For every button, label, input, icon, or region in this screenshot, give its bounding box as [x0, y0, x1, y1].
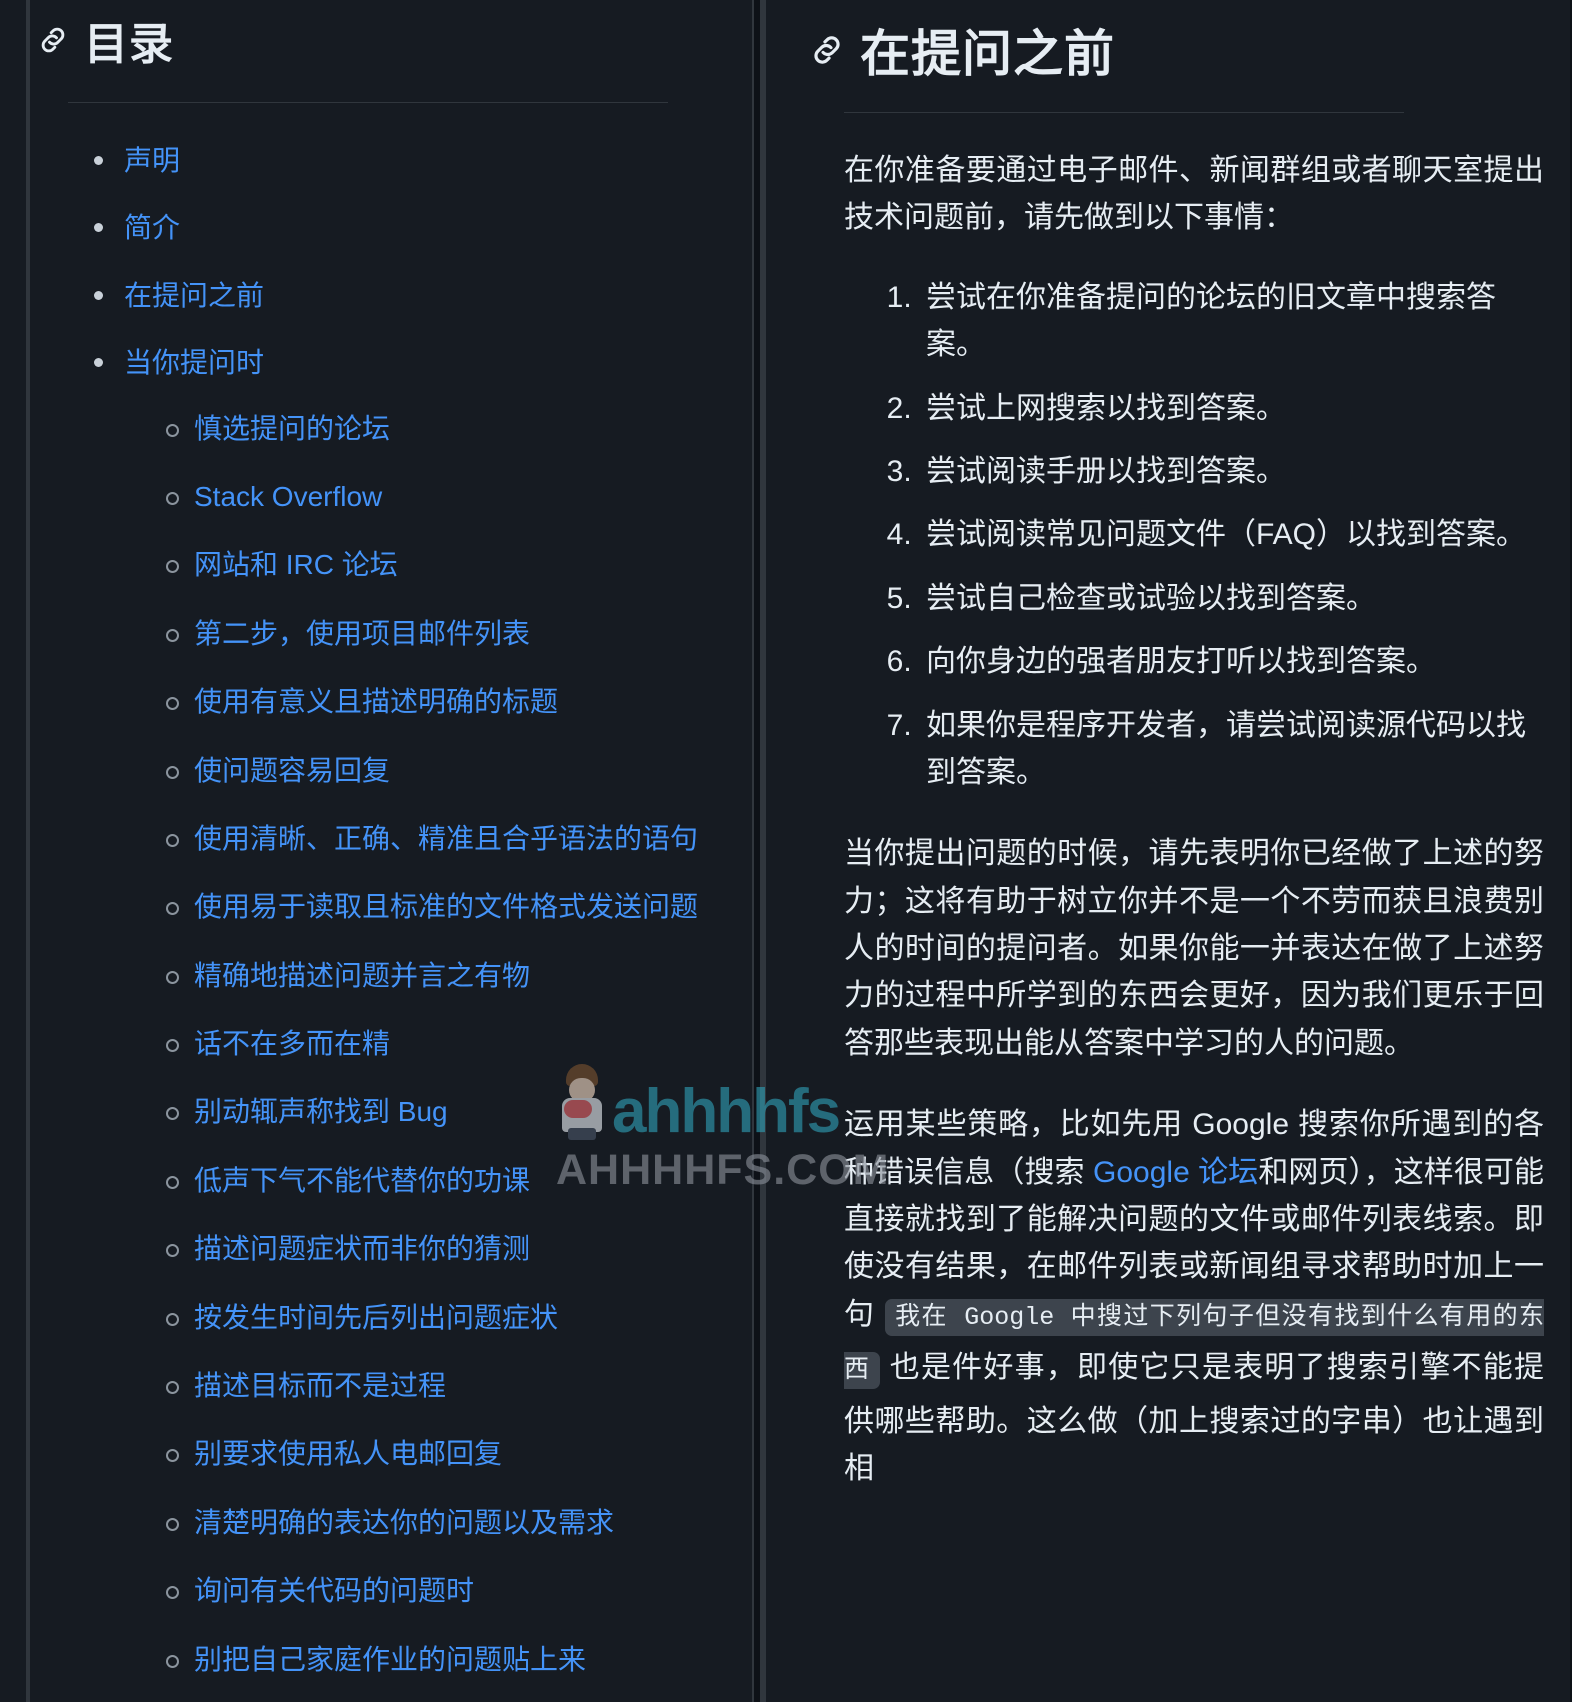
- toc-list: 声明 简介 在提问之前 当你提问时 慎选提问的论坛 Stack Overflow: [36, 139, 722, 1702]
- toc-sublink-stack-overflow[interactable]: Stack Overflow: [194, 481, 382, 512]
- toc-item: 当你提问时 慎选提问的论坛 Stack Overflow 网站和 IRC 论坛 …: [94, 341, 722, 1702]
- title-rule: [844, 112, 1404, 113]
- list-item: 使用易于读取且标准的文件格式发送问题: [166, 885, 722, 928]
- toc-sublink-step-two[interactable]: 第二步，使用项目邮件列表: [194, 618, 530, 649]
- list-item: 向你身边的强者朋友打听以找到答案。: [920, 638, 1548, 685]
- toc-link-when-asking[interactable]: 当你提问时: [124, 347, 264, 378]
- list-item: 慎选提问的论坛: [166, 407, 722, 450]
- list-item: 使用有意义且描述明确的标题: [166, 680, 722, 723]
- toc-sublink-quality-over-quantity[interactable]: 话不在多而在精: [194, 1028, 390, 1059]
- list-item: 使用清晰、正确、精准且合乎语法的语句: [166, 817, 722, 860]
- documentation-page: 目录 声明 简介 在提问之前 当你提问时 慎选提问的论坛 Stack Overf…: [0, 0, 1572, 1702]
- list-item: 描述目标而不是过程: [166, 1364, 722, 1407]
- link-anchor-icon[interactable]: [36, 23, 70, 57]
- list-item: 别把自己家庭作业的问题贴上来: [166, 1638, 722, 1681]
- toc-sublink-meaningful-title[interactable]: 使用有意义且描述明确的标题: [194, 686, 558, 717]
- column-divider: [752, 0, 762, 1702]
- toc-sublink-chronological[interactable]: 按发生时间先后列出问题症状: [194, 1302, 558, 1333]
- toc-link-before-asking[interactable]: 在提问之前: [124, 280, 264, 311]
- toc-sublink-not-claim-bug[interactable]: 别动辄声称找到 Bug: [194, 1096, 448, 1127]
- list-item: 如果你是程序开发者，请尝试阅读源代码以找到答案。: [920, 702, 1548, 797]
- list-item: 描述问题症状而非你的猜测: [166, 1227, 722, 1270]
- list-item: 尝试阅读常见问题文件（FAQ）以找到答案。: [920, 511, 1548, 558]
- toc-sublink-grovelling[interactable]: 低声下气不能代替你的功课: [194, 1165, 530, 1196]
- list-item: 尝试阅读手册以找到答案。: [920, 448, 1548, 495]
- list-item: 按发生时间先后列出问题症状: [166, 1296, 722, 1339]
- list-item: Stack Overflow: [166, 475, 722, 518]
- steps-list: 尝试在你准备提问的论坛的旧文章中搜索答案。 尝试上网搜索以找到答案。 尝试阅读手…: [808, 274, 1548, 797]
- google-groups-link[interactable]: Google 论坛: [1093, 1156, 1258, 1189]
- list-item: 网站和 IRC 论坛: [166, 543, 722, 586]
- toc-link-intro[interactable]: 简介: [124, 212, 180, 243]
- toc-sublink-web-irc[interactable]: 网站和 IRC 论坛: [194, 549, 398, 580]
- toc-sublink-easy-reply[interactable]: 使问题容易回复: [194, 755, 390, 786]
- strategy-text-part3: 也是件好事，即使它只是表明了搜索引擎不能提供哪些帮助。这么做（加上搜索过的字串）…: [844, 1351, 1544, 1486]
- list-item: 低声下气不能代替你的功课: [166, 1159, 722, 1202]
- toc-sublink-standard-format[interactable]: 使用易于读取且标准的文件格式发送问题: [194, 891, 698, 922]
- intro-paragraph: 在你准备要通过电子邮件、新闻群组或者聊天室提出技术问题前，请先做到以下事情：: [844, 154, 1544, 235]
- toc-item: 简介: [94, 206, 722, 249]
- toc-column: 目录 声明 简介 在提问之前 当你提问时 慎选提问的论坛 Stack Overf…: [0, 0, 752, 1702]
- toc-item: 在提问之前: [94, 274, 722, 317]
- list-item: 别动辄声称找到 Bug: [166, 1090, 722, 1133]
- list-item: 精确地描述问题并言之有物: [166, 954, 722, 997]
- content-column: 在提问之前 在你准备要通过电子邮件、新闻群组或者聊天室提出技术问题前，请先做到以…: [762, 0, 1570, 1702]
- toc-sublink-no-private-email[interactable]: 别要求使用私人电邮回复: [194, 1438, 502, 1469]
- toc-sublink-choose-forum[interactable]: 慎选提问的论坛: [194, 413, 390, 444]
- toc-sublink-symptoms-not-guesses[interactable]: 描述问题症状而非你的猜测: [194, 1233, 530, 1264]
- toc-sublink-no-homework[interactable]: 别把自己家庭作业的问题贴上来: [194, 1644, 586, 1675]
- toc-heading-rule: [68, 102, 668, 103]
- toc-item: 声明: [94, 139, 722, 182]
- list-item: 第二步，使用项目邮件列表: [166, 612, 722, 655]
- page-title: 在提问之前: [808, 0, 1530, 86]
- link-anchor-icon[interactable]: [808, 31, 846, 69]
- list-item: 使问题容易回复: [166, 749, 722, 792]
- list-item: 询问有关代码的问题时: [166, 1569, 722, 1612]
- toc-sublink-explicit-question[interactable]: 清楚明确的表达你的问题以及需求: [194, 1507, 614, 1538]
- list-item: 尝试自己检查或试验以找到答案。: [920, 575, 1548, 622]
- list-item: 话不在多而在精: [166, 1022, 722, 1065]
- toc-link-declaration[interactable]: 声明: [124, 145, 180, 176]
- toc-heading: 目录: [36, 0, 722, 72]
- toc-sublink-clear-grammar[interactable]: 使用清晰、正确、精准且合乎语法的语句: [194, 823, 698, 854]
- list-item: 尝试上网搜索以找到答案。: [920, 385, 1548, 432]
- list-item: 尝试在你准备提问的论坛的旧文章中搜索答案。: [920, 274, 1548, 369]
- effort-paragraph: 当你提出问题的时候，请先表明你已经做了上述的努力；这将有助于树立你并不是一个不劳…: [844, 837, 1544, 1060]
- toc-sublink-precise-description[interactable]: 精确地描述问题并言之有物: [194, 960, 530, 991]
- toc-sublist: 慎选提问的论坛 Stack Overflow 网站和 IRC 论坛 第二步，使用…: [124, 407, 722, 1702]
- page-title-text: 在提问之前: [860, 26, 1115, 82]
- list-item: 别要求使用私人电邮回复: [166, 1432, 722, 1475]
- toc-sublink-goal-not-step[interactable]: 描述目标而不是过程: [194, 1370, 446, 1401]
- strategy-paragraph: 运用某些策略，比如先用 Google 搜索你所遇到的各种错误信息（搜索 Goog…: [844, 1101, 1544, 1492]
- toc-heading-text: 目录: [84, 20, 174, 69]
- toc-sublink-code-questions[interactable]: 询问有关代码的问题时: [194, 1575, 474, 1606]
- list-item: 清楚明确的表达你的问题以及需求: [166, 1501, 722, 1544]
